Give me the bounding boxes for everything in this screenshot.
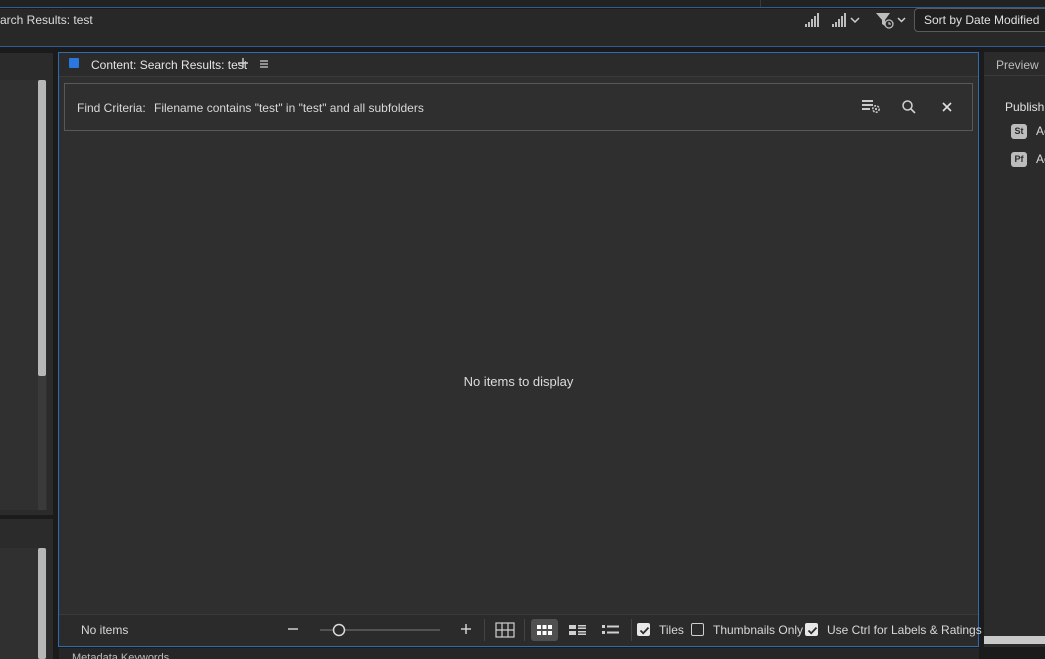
panel-color-chip <box>69 58 79 68</box>
zoom-out-button[interactable] <box>285 621 301 637</box>
add-tab-icon[interactable] <box>236 56 250 70</box>
path-breadcrumb[interactable]: arch Results: test <box>0 13 93 27</box>
publish-service-label: Ac <box>1036 152 1045 166</box>
find-settings-icon[interactable] <box>860 97 882 115</box>
empty-state-message: No items to display <box>463 374 574 389</box>
search-icon[interactable] <box>900 98 918 116</box>
view-details-icon[interactable] <box>564 619 591 641</box>
filter-dropdown-icon[interactable] <box>874 9 908 31</box>
view-thumbnails-icon[interactable] <box>531 619 558 641</box>
use-ctrl-checkbox[interactable] <box>805 623 818 636</box>
panel-menu-icon[interactable] <box>257 57 271 71</box>
top-separator <box>760 0 761 7</box>
rating-filter-dropdown-icon[interactable] <box>830 9 862 31</box>
preview-horizontal-scrollbar[interactable] <box>984 636 1045 644</box>
content-panel <box>58 52 979 647</box>
zoom-in-button[interactable] <box>458 621 474 637</box>
publish-service-label: Ac <box>1036 124 1045 138</box>
find-criteria-label: Find Criteria: <box>77 101 146 115</box>
find-criteria-value: Filename contains "test" in "test" and a… <box>154 101 424 115</box>
tiles-label: Tiles <box>659 623 684 637</box>
item-count: No items <box>81 623 129 637</box>
content-panel-title[interactable]: Content: Search Results: test <box>91 58 247 72</box>
grid-lock-icon[interactable] <box>492 619 518 641</box>
view-list-icon[interactable] <box>597 619 624 641</box>
thumbnails-only-checkbox[interactable] <box>691 623 704 636</box>
preview-panel <box>984 52 1045 647</box>
status-divider <box>484 619 485 641</box>
thumbnails-only-label: Thumbnails Only <box>713 623 804 637</box>
stock-icon: St <box>1011 123 1027 139</box>
sort-dropdown[interactable]: Sort by Date Modified <box>914 8 1045 32</box>
filter-scrollbar-thumb[interactable] <box>38 548 46 659</box>
tiles-checkbox[interactable] <box>637 623 650 636</box>
publish-service-portfolio[interactable]: Pf Ac <box>1011 151 1045 167</box>
publish-service-stock[interactable]: St Ac <box>1011 123 1045 139</box>
status-divider <box>631 619 632 641</box>
portfolio-icon: Pf <box>1011 151 1027 167</box>
use-ctrl-label: Use Ctrl for Labels & Ratings <box>827 623 982 637</box>
folders-scrollbar-thumb[interactable] <box>38 80 46 376</box>
tab-preview[interactable]: Preview <box>996 58 1039 72</box>
metadata-panel-header <box>59 648 979 659</box>
close-icon[interactable] <box>938 98 956 116</box>
thumbnail-size-slider[interactable] <box>318 622 442 638</box>
rating-filter-icon[interactable] <box>802 9 822 31</box>
top-strip <box>0 0 1045 8</box>
metadata-panel-tabs[interactable]: Metadata Keywords <box>72 652 169 659</box>
status-divider <box>524 619 525 641</box>
publish-heading: Publish <box>1005 100 1045 114</box>
